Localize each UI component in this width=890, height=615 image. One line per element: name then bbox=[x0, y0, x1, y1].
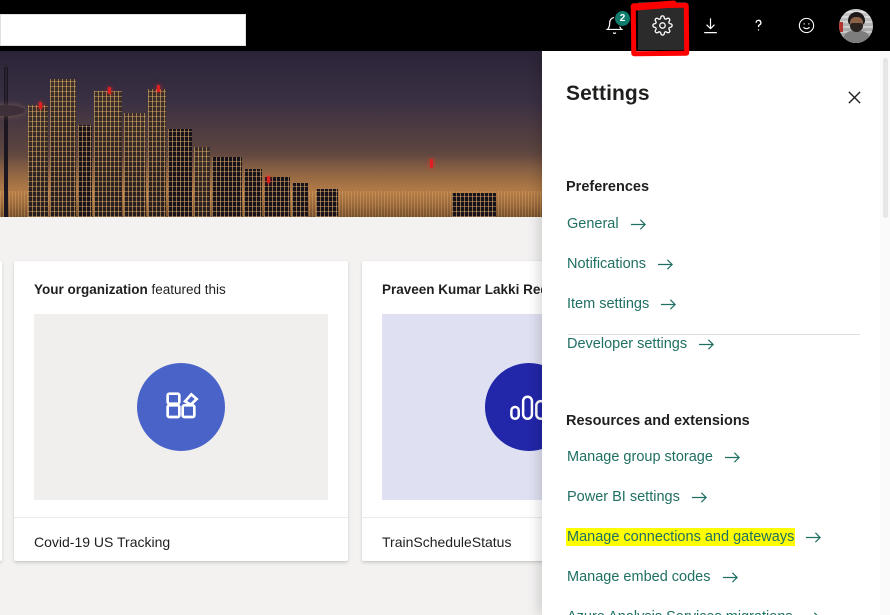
gear-icon[interactable] bbox=[638, 1, 686, 50]
card-header-bold: Your organization bbox=[34, 282, 148, 297]
card-partial-left[interactable] bbox=[0, 261, 2, 561]
settings-link-label: Manage embed codes bbox=[567, 569, 711, 585]
header-icon-group: 2 bbox=[590, 0, 882, 51]
top-header-bar: 2 bbox=[0, 0, 890, 51]
app-root: Your organization featured this Covid-19… bbox=[0, 0, 890, 615]
settings-link-item-settings[interactable]: Item settings bbox=[566, 295, 677, 313]
content-card[interactable]: Your organization featured this Covid-19… bbox=[14, 261, 348, 561]
settings-link-label: Azure Analysis Services migrations bbox=[566, 608, 794, 615]
arrow-right-icon bbox=[724, 450, 741, 465]
settings-link-developer-settings[interactable]: Developer settings bbox=[566, 335, 715, 353]
download-icon[interactable] bbox=[686, 2, 734, 50]
hero-red-light bbox=[430, 159, 433, 168]
settings-link-azure-analysis-services-migrations[interactable]: Azure Analysis Services migrations bbox=[566, 608, 821, 615]
settings-link-power-bi-settings[interactable]: Power BI settings bbox=[566, 488, 708, 506]
arrow-right-icon bbox=[805, 530, 822, 545]
card-thumbnail bbox=[34, 314, 328, 500]
section-heading-preferences: Preferences bbox=[566, 179, 650, 195]
arrow-right-icon bbox=[657, 257, 674, 272]
arrow-right-icon bbox=[660, 297, 677, 312]
search-input[interactable] bbox=[0, 14, 246, 46]
settings-link-general[interactable]: General bbox=[566, 215, 647, 233]
settings-link-notifications[interactable]: Notifications bbox=[566, 255, 674, 273]
arrow-right-icon bbox=[722, 570, 739, 585]
settings-link-label: Manage connections and gateways bbox=[566, 528, 796, 546]
notifications-button[interactable]: 2 bbox=[590, 2, 638, 50]
panel-scrollbar-thumb[interactable] bbox=[883, 58, 888, 218]
panel-title: Settings bbox=[566, 82, 650, 105]
settings-link-manage-group-storage[interactable]: Manage group storage bbox=[566, 448, 741, 466]
settings-panel: Settings Preferences General Notificatio… bbox=[542, 51, 890, 615]
settings-link-label: Power BI settings bbox=[567, 489, 680, 505]
card-title: Covid-19 US Tracking bbox=[14, 517, 348, 566]
arrow-right-icon bbox=[630, 217, 647, 232]
section-divider bbox=[568, 334, 860, 335]
smiley-icon[interactable] bbox=[782, 2, 830, 50]
arrow-right-icon bbox=[804, 610, 821, 615]
arrow-right-icon bbox=[691, 490, 708, 505]
settings-link-label: Manage group storage bbox=[567, 449, 713, 465]
settings-link-label: General bbox=[567, 216, 619, 232]
avatar-image bbox=[839, 8, 873, 43]
section-heading-resources: Resources and extensions bbox=[566, 413, 750, 429]
card-header-bold: Praveen Kumar Lakki Red bbox=[382, 282, 549, 297]
settings-link-label: Notifications bbox=[567, 256, 646, 272]
settings-link-manage-embed-codes[interactable]: Manage embed codes bbox=[566, 568, 739, 586]
close-icon[interactable] bbox=[840, 83, 868, 111]
settings-link-label: Developer settings bbox=[567, 336, 688, 352]
avatar[interactable] bbox=[830, 2, 882, 50]
settings-link-manage-connections-and-gateways[interactable]: Manage connections and gateways bbox=[566, 528, 822, 546]
question-mark-icon[interactable] bbox=[734, 2, 782, 50]
notification-badge: 2 bbox=[614, 9, 631, 27]
settings-link-label: Item settings bbox=[567, 296, 650, 312]
arrow-right-icon bbox=[698, 337, 715, 352]
card-header-rest: featured this bbox=[147, 282, 226, 297]
dashboard-tile-icon bbox=[137, 363, 225, 451]
card-header: Your organization featured this bbox=[14, 261, 348, 297]
space-needle-silhouette bbox=[0, 63, 25, 217]
